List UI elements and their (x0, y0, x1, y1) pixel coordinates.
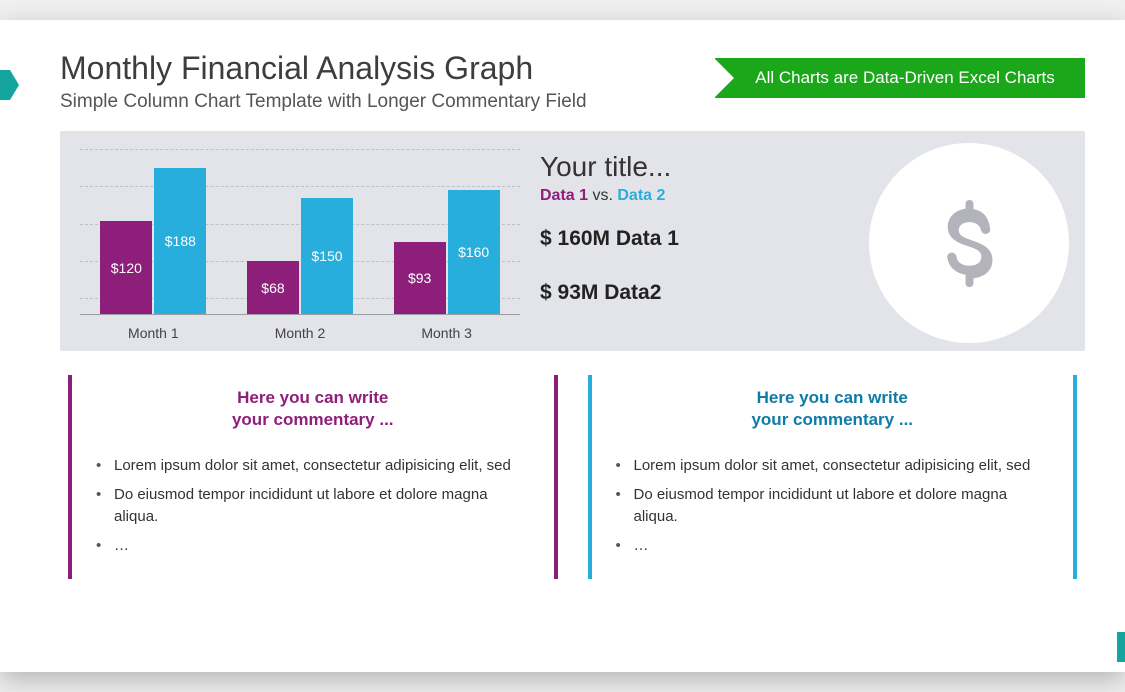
page-subtitle: Simple Column Chart Template with Longer… (60, 91, 587, 113)
bar-chart: $120$188$68$150$93$160 Month 1Month 2Mon… (80, 145, 520, 341)
x-axis-label: Month 2 (245, 325, 355, 341)
commentary-right-head-l2: your commentary ... (751, 410, 913, 429)
chart-info: Your title... Data 1 vs. Data 2 $ 160M D… (540, 145, 1065, 341)
list-item: … (96, 535, 530, 558)
bar-group: $93$160 (394, 190, 500, 314)
ribbon-text: All Charts are Data-Driven Excel Charts (755, 68, 1054, 87)
list-item: … (616, 535, 1050, 558)
dollar-icon (922, 196, 1017, 291)
list-item: Lorem ipsum dolor sit amet, consectetur … (96, 455, 530, 478)
bar-group: $120$188 (100, 168, 206, 314)
bar-group: $68$150 (247, 198, 353, 314)
x-axis-label: Month 3 (392, 325, 502, 341)
bar-data1: $93 (394, 242, 446, 314)
chart-x-axis: Month 1 Month 2 Month 3 (80, 314, 520, 341)
info-vs: vs. (588, 187, 617, 204)
commentary-left-head-l2: your commentary ... (232, 410, 394, 429)
commentary-left-head-l1: Here you can write (237, 388, 388, 407)
list-item: Lorem ipsum dolor sit amet, consectetur … (616, 455, 1050, 478)
commentary-right-head-l1: Here you can write (757, 388, 908, 407)
accent-right (1117, 632, 1125, 662)
slide: Monthly Financial Analysis Graph Simple … (0, 20, 1125, 672)
header: Monthly Financial Analysis Graph Simple … (60, 50, 1085, 113)
commentary-row: Here you can write your commentary ... L… (60, 375, 1085, 579)
bar-data1: $68 (247, 261, 299, 314)
info-data1-label: Data 1 (540, 187, 588, 204)
commentary-right: Here you can write your commentary ... L… (588, 375, 1078, 579)
commentary-left: Here you can write your commentary ... L… (68, 375, 558, 579)
x-axis-label: Month 1 (98, 325, 208, 341)
commentary-right-head: Here you can write your commentary ... (616, 387, 1050, 431)
commentary-right-list: Lorem ipsum dolor sit amet, consectetur … (616, 455, 1050, 557)
bar-data2: $150 (301, 198, 353, 314)
titles: Monthly Financial Analysis Graph Simple … (60, 50, 587, 113)
commentary-left-list: Lorem ipsum dolor sit amet, consectetur … (96, 455, 530, 557)
bar-data1: $120 (100, 221, 152, 314)
bar-data2: $188 (154, 168, 206, 314)
bar-data2: $160 (448, 190, 500, 314)
chart-bars: $120$188 $68$150 $93$160 (80, 145, 520, 314)
ribbon-banner: All Charts are Data-Driven Excel Charts (715, 58, 1085, 98)
list-item: Do eiusmod tempor incididunt ut labore e… (616, 484, 1050, 529)
dollar-circle (869, 143, 1069, 343)
info-data2-label: Data 2 (617, 187, 665, 204)
commentary-left-head: Here you can write your commentary ... (96, 387, 530, 431)
chart-panel: $120$188$68$150$93$160 Month 1Month 2Mon… (60, 131, 1085, 351)
list-item: Do eiusmod tempor incididunt ut labore e… (96, 484, 530, 529)
accent-left (0, 70, 10, 100)
page-title: Monthly Financial Analysis Graph (60, 50, 587, 87)
